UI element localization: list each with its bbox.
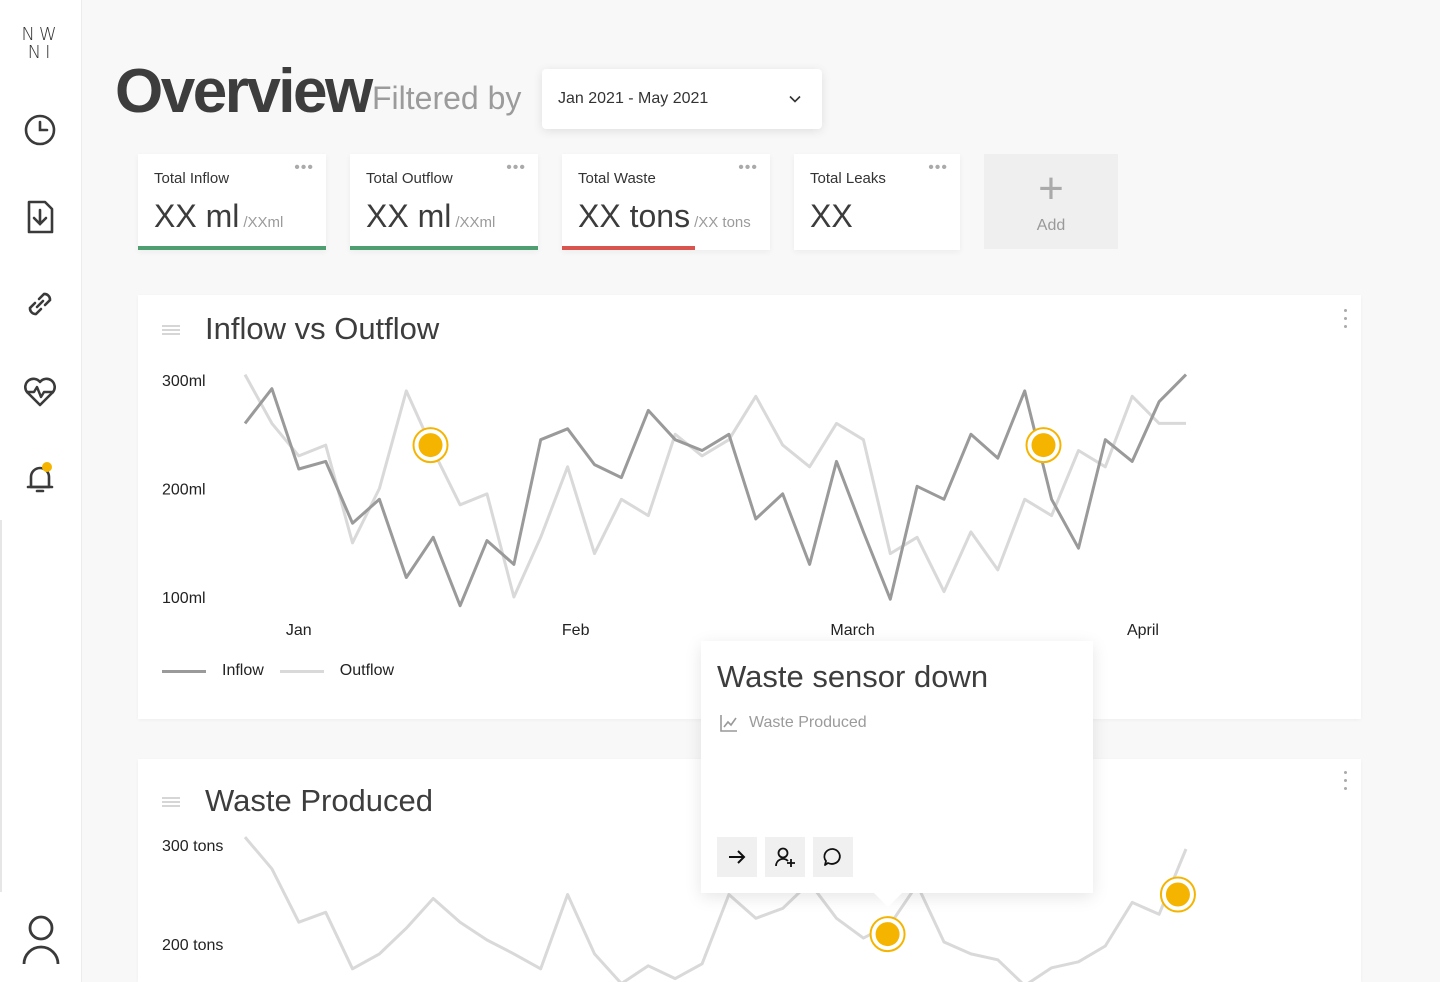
kpi-target: /XXml <box>243 214 284 231</box>
page-title: Overview <box>115 57 373 126</box>
plus-icon: + <box>1038 163 1064 213</box>
clock-icon <box>24 114 56 146</box>
panel-title: Inflow vs Outflow <box>205 311 440 346</box>
y-tick-label: 200 tons <box>162 937 223 954</box>
popover-title: Waste sensor down <box>717 659 989 694</box>
kpi-label: Total Leaks <box>810 170 886 187</box>
popover-source-label: Waste Produced <box>749 714 867 731</box>
kpi-value: XX tons/XX tons <box>578 198 751 235</box>
panel-more-button[interactable] <box>1341 309 1349 333</box>
legend-entry-inflow[interactable]: Inflow <box>162 662 264 680</box>
sidebar-item-notifications[interactable] <box>20 458 60 498</box>
kpi-value: XX ml/XXml <box>154 198 283 235</box>
alert-marker[interactable] <box>1025 427 1062 464</box>
kpi-card-outflow[interactable]: Total Outflow XX ml/XXml ••• <box>350 154 538 250</box>
bell-icon <box>26 466 54 493</box>
sidebar-item-download[interactable] <box>20 197 60 237</box>
comment-button[interactable] <box>813 837 853 877</box>
kpi-value-text: XX ml <box>366 198 452 234</box>
comment-icon <box>823 848 841 866</box>
kpi-target: /XX tons <box>694 214 751 231</box>
assign-user-button[interactable] <box>765 837 805 877</box>
popover-source[interactable]: Waste Produced <box>719 713 867 733</box>
alert-marker-dot <box>418 433 443 458</box>
alert-marker[interactable] <box>1159 876 1196 913</box>
series-line-outflow <box>243 373 1186 599</box>
kpi-more-button[interactable]: ••• <box>928 160 948 176</box>
sidebar-item-history[interactable] <box>20 110 60 150</box>
download-icon <box>27 200 54 234</box>
chart-legend: Inflow Outflow <box>162 662 410 680</box>
legend-label: Inflow <box>222 662 264 679</box>
user-icon <box>22 915 60 965</box>
kpi-value-text: XX <box>810 198 853 234</box>
alert-marker-dot <box>1165 882 1190 907</box>
kpi-value-text: XX ml <box>154 198 240 234</box>
logo[interactable]: NW NI <box>18 26 64 62</box>
go-to-button[interactable] <box>717 837 757 877</box>
sidebar: NW NI <box>0 0 82 982</box>
kpi-label: Total Inflow <box>154 170 230 187</box>
x-tick-label: March <box>830 622 874 639</box>
kpi-value: XX ml/XXml <box>366 198 495 235</box>
health-icon <box>24 377 56 407</box>
legend-entry-outflow[interactable]: Outflow <box>279 662 395 680</box>
kpi-value: XX <box>810 198 853 235</box>
alert-marker[interactable] <box>869 916 906 953</box>
kpi-more-button[interactable]: ••• <box>294 160 314 176</box>
x-tick-label: April <box>1127 622 1159 639</box>
user-profile[interactable] <box>18 912 64 966</box>
legend-swatch-inflow <box>162 669 206 673</box>
kpi-progress-bar <box>562 246 696 250</box>
y-tick-label: 100ml <box>162 590 206 607</box>
panel-title: Waste Produced <box>205 783 434 818</box>
y-tick-label: 200ml <box>162 482 206 499</box>
x-tick-label: Jan <box>286 622 312 639</box>
arrow-right-icon <box>729 850 746 864</box>
legend-label: Outflow <box>339 662 395 679</box>
legend-swatch-outflow <box>279 669 324 673</box>
series-line-inflow <box>243 373 1188 608</box>
date-range-select[interactable]: Jan 2021 - May 2021 <box>542 69 822 129</box>
kpi-card-waste[interactable]: Total Waste XX tons/XX tons ••• <box>562 154 770 250</box>
kpi-more-button[interactable]: ••• <box>738 160 758 176</box>
kpi-card-inflow[interactable]: Total Inflow XX ml/XXml ••• <box>138 154 326 250</box>
kpi-target: /XXml <box>455 214 496 231</box>
alert-marker[interactable] <box>412 427 449 464</box>
add-kpi-button[interactable]: + Add <box>984 154 1118 249</box>
drag-handle-icon[interactable] <box>162 325 180 335</box>
drag-handle-icon[interactable] <box>162 797 180 807</box>
kpi-more-button[interactable]: ••• <box>506 160 526 176</box>
x-tick-label: Feb <box>562 622 590 639</box>
sidebar-divider <box>0 520 2 892</box>
kpi-card-leaks[interactable]: Total Leaks XX ••• <box>794 154 960 250</box>
kpi-progress-bar <box>138 246 326 250</box>
kpi-progress-bar <box>350 246 538 250</box>
sidebar-item-health[interactable] <box>20 371 60 411</box>
logo-line-2: NI <box>27 42 55 63</box>
alert-marker-dot <box>875 922 900 947</box>
y-tick-label: 300ml <box>162 373 206 390</box>
kpi-value-text: XX tons <box>578 198 691 234</box>
sidebar-item-link[interactable] <box>20 284 60 324</box>
line-chart-icon <box>720 715 737 732</box>
filter-label: Filtered by <box>372 80 522 116</box>
add-label: Add <box>1036 216 1066 234</box>
panel-more-button[interactable] <box>1341 771 1349 795</box>
notification-badge <box>42 462 52 472</box>
popover-pointer <box>874 893 902 907</box>
link-icon <box>28 292 52 316</box>
y-tick-label: 300 tons <box>162 838 223 855</box>
alert-marker-dot <box>1031 433 1056 458</box>
chevron-down-icon <box>789 95 801 103</box>
kpi-label: Total Outflow <box>366 170 453 187</box>
date-range-value: Jan 2021 - May 2021 <box>558 90 709 107</box>
popover-actions <box>717 837 861 877</box>
add-user-icon <box>775 847 795 867</box>
alert-popover: Waste sensor down Waste Produced <box>701 641 1093 907</box>
kpi-label: Total Waste <box>578 170 656 187</box>
